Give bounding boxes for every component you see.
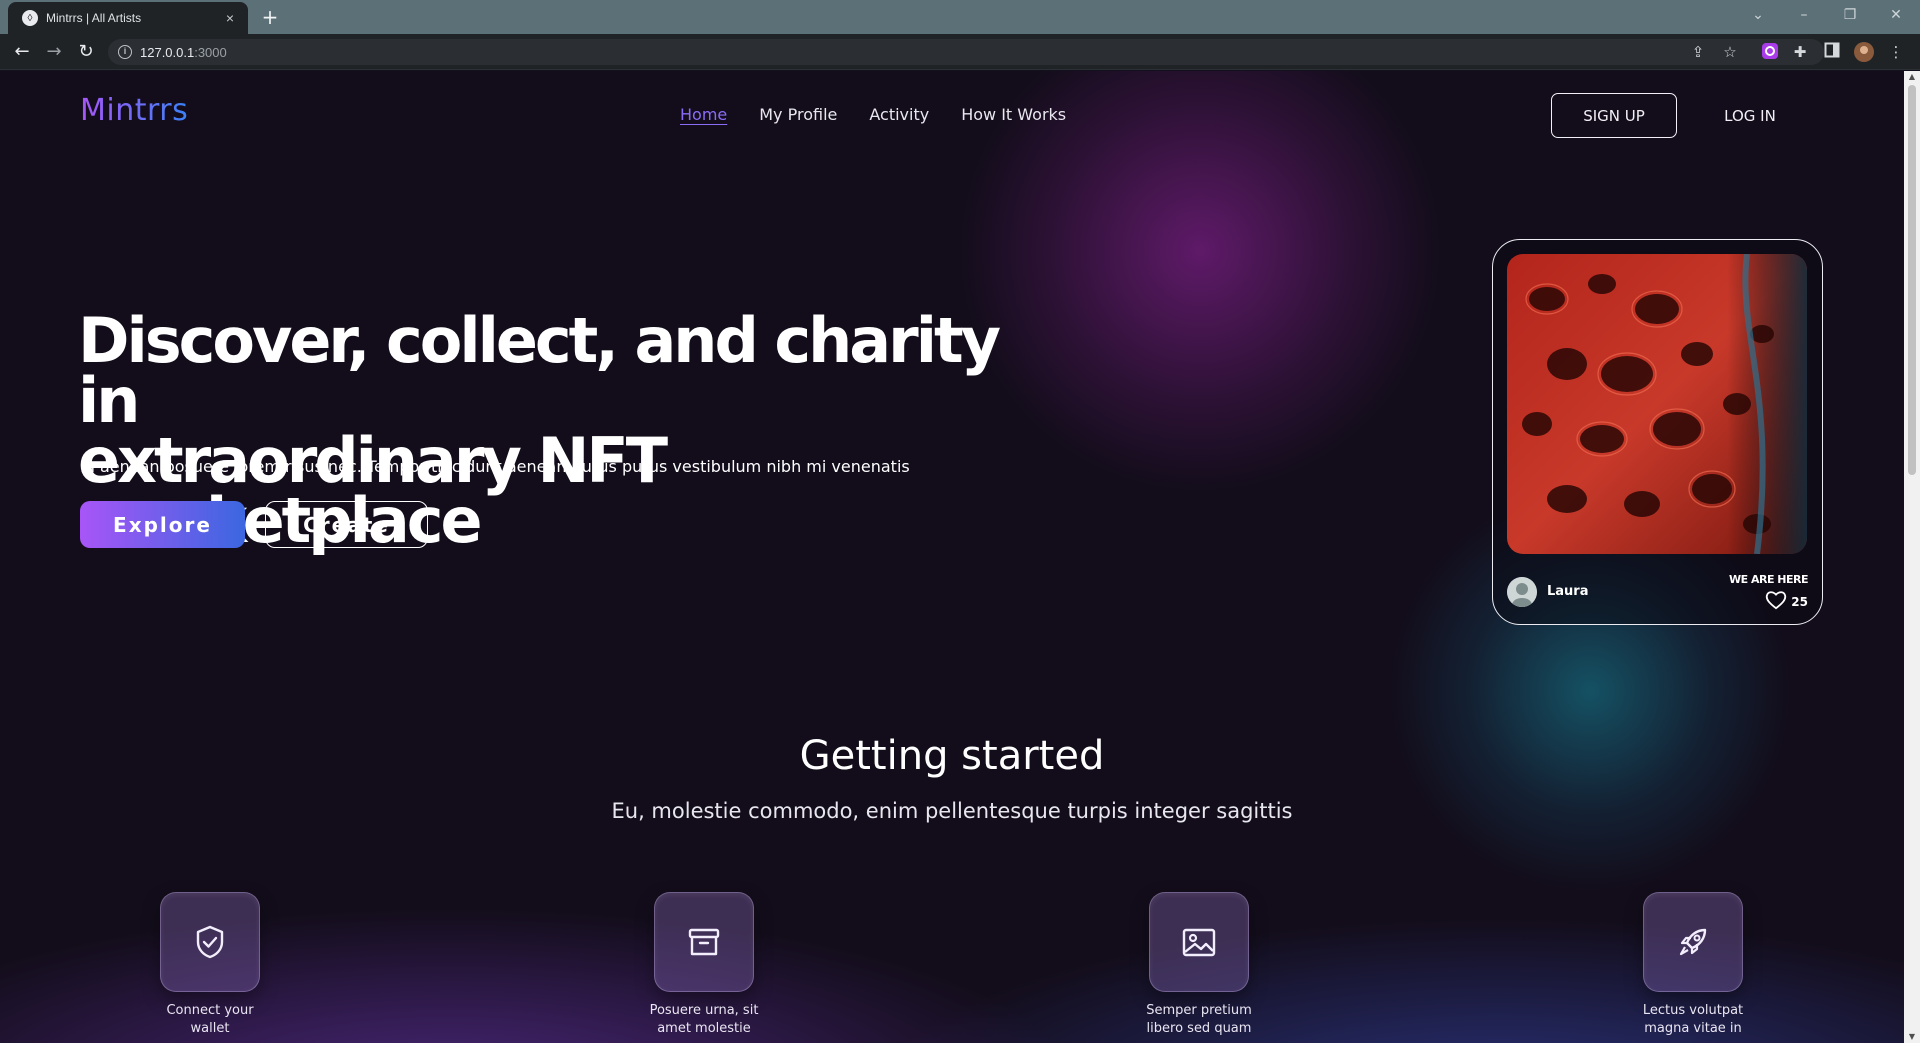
owner-avatar[interactable] [1507, 577, 1537, 607]
browser-tab[interactable]: ◊ Mintrrs | All Artists × [8, 2, 248, 34]
owner-name[interactable]: Laura [1547, 584, 1589, 599]
restore-icon[interactable]: ❐ [1834, 4, 1866, 26]
step-label-line-1: Lectus volutpat [1642, 1003, 1744, 1018]
site-favicon-icon: ◊ [22, 10, 38, 26]
tab-close-icon[interactable]: × [222, 10, 238, 26]
scroll-up-arrow-icon[interactable]: ▲ [1904, 71, 1920, 83]
nav-activity[interactable]: Activity [869, 105, 929, 124]
side-panel-icon[interactable] [1822, 42, 1842, 62]
step-label-line-2: wallet [190, 1021, 230, 1036]
step-label-line-2: magna vitae in [1644, 1021, 1742, 1036]
reload-icon[interactable]: ↻ [74, 40, 98, 64]
tab-title: Mintrrs | All Artists [46, 11, 142, 25]
step-posuere[interactable]: Posuere urna, sit amet molestie [604, 892, 804, 1038]
image-icon[interactable] [1149, 892, 1249, 992]
sign-up-button[interactable]: SIGN UP [1551, 93, 1677, 138]
url-port: :3000 [194, 44, 227, 60]
step-label-line-2: amet molestie [657, 1021, 751, 1036]
step-semper[interactable]: Semper pretium libero sed quam [1099, 892, 1299, 1038]
main-nav: Home My Profile Activity How It Works [680, 105, 1066, 124]
step-label: Lectus volutpat magna vitae in [1638, 1002, 1748, 1038]
create-button[interactable]: Create [265, 501, 428, 548]
step-connect-wallet[interactable]: Connect your wallet [110, 892, 310, 1038]
back-icon[interactable]: ← [10, 40, 34, 64]
shield-check-icon[interactable] [160, 892, 260, 992]
hero-title-line-1: Discover, collect, and charity in [78, 304, 1001, 437]
tab-search-icon[interactable]: ⌄ [1742, 4, 1774, 26]
nav-how-it-works[interactable]: How It Works [961, 105, 1066, 124]
heart-icon[interactable] [1765, 590, 1787, 613]
rocket-icon[interactable] [1643, 892, 1743, 992]
step-label-line-1: Semper pretium [1146, 1003, 1252, 1018]
profile-avatar-icon[interactable] [1854, 42, 1874, 62]
scrollbar-thumb[interactable] [1908, 85, 1916, 475]
archive-box-icon[interactable] [654, 892, 754, 992]
nav-home[interactable]: Home [680, 105, 727, 124]
step-label: Posuere urna, sit amet molestie [649, 1002, 759, 1038]
step-label: Connect your wallet [155, 1002, 265, 1038]
extension-icon[interactable] [1760, 42, 1780, 62]
card-tag: WE ARE HERE [1728, 573, 1809, 586]
likes: 25 [1765, 590, 1808, 613]
featured-nft-card[interactable]: Laura WE ARE HERE 25 [1492, 239, 1823, 625]
share-icon[interactable]: ⇪ [1688, 42, 1708, 62]
getting-started-subtitle: Eu, molestie commodo, enim pellentesque … [611, 799, 1293, 823]
browser-menu-icon[interactable]: ⋮ [1886, 42, 1906, 62]
page-scrollbar[interactable]: ▲ ▼ [1904, 71, 1920, 1043]
url-host: 127.0.0.1 [140, 44, 195, 60]
forward-icon[interactable]: → [42, 40, 66, 64]
explore-button[interactable]: Explore [80, 501, 245, 548]
nft-artwork-image[interactable] [1507, 254, 1807, 554]
site-logo[interactable]: Mintrrs [80, 93, 188, 128]
new-tab-button[interactable]: + [258, 6, 282, 30]
puzzle-extensions-icon[interactable]: ✚ [1790, 42, 1810, 62]
browser-toolbar: ← → ↻ i 127.0.0.1 :3000 ⇪ ☆ ✚ ⋮ [0, 34, 1920, 70]
step-lectus[interactable]: Lectus volutpat magna vitae in [1593, 892, 1793, 1038]
step-label-line-1: Posuere urna, sit [649, 1003, 759, 1018]
getting-started-title: Getting started [799, 733, 1105, 779]
log-in-button[interactable]: LOG IN [1700, 93, 1800, 138]
step-label: Semper pretium libero sed quam [1144, 1002, 1254, 1038]
address-bar[interactable]: i 127.0.0.1 :3000 [108, 39, 1824, 65]
page: Mintrrs Home My Profile Activity How It … [0, 71, 1904, 1043]
likes-count: 25 [1791, 594, 1808, 609]
browser-tab-bar: ◊ Mintrrs | All Artists × + ⌄ – ❐ ✕ [0, 0, 1920, 34]
site-info-icon[interactable]: i [118, 45, 132, 59]
scroll-down-arrow-icon[interactable]: ▼ [1904, 1031, 1920, 1043]
minimize-icon[interactable]: – [1788, 4, 1820, 26]
step-label-line-1: Connect your [166, 1003, 254, 1018]
close-window-icon[interactable]: ✕ [1880, 4, 1912, 26]
step-label-line-2: libero sed quam [1146, 1021, 1252, 1036]
hero-subtitle: In aenean posuere lorem risus nec. Tempo… [80, 457, 910, 476]
bookmark-star-icon[interactable]: ☆ [1720, 42, 1740, 62]
nav-my-profile[interactable]: My Profile [759, 105, 837, 124]
